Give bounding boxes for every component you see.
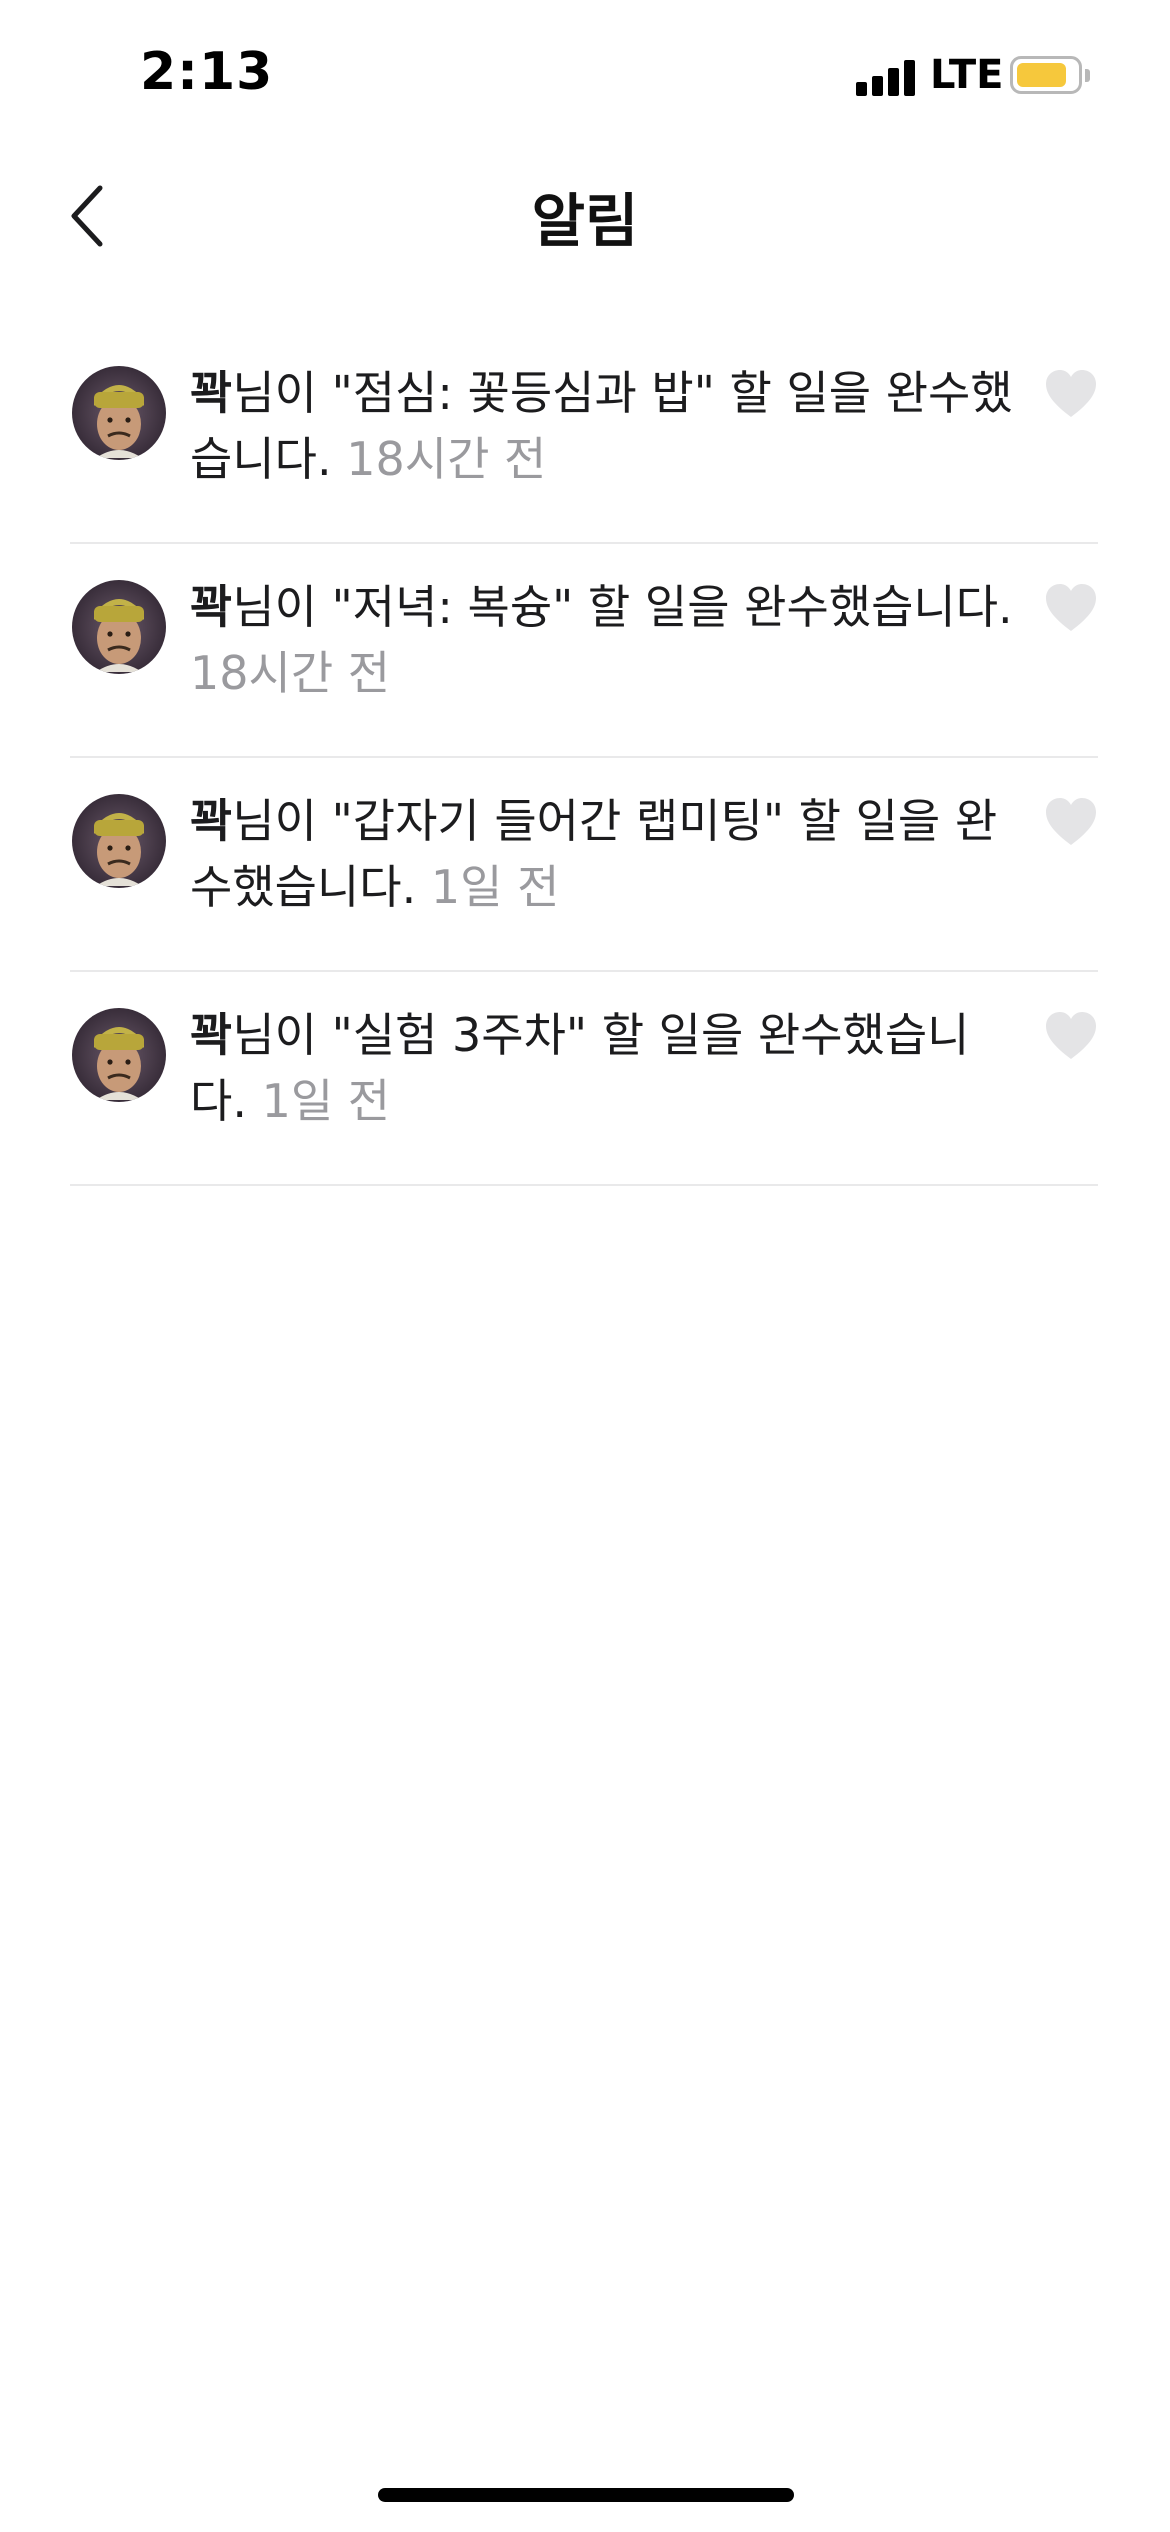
notification-item[interactable]: 꽉님이 "점심: 꽃등심과 밥" 할 일을 완수했습니다. 18시간 전 bbox=[70, 330, 1098, 544]
like-button[interactable] bbox=[1044, 368, 1098, 420]
avatar[interactable] bbox=[72, 1008, 166, 1102]
heart-icon bbox=[1046, 584, 1096, 631]
avatar-image bbox=[72, 1008, 166, 1102]
notification-text: 꽉님이 "저녁: 복슝" 할 일을 완수했습니다. 18시간 전 bbox=[190, 574, 1020, 706]
cellular-signal-icon bbox=[856, 58, 916, 96]
notification-text: 꽉님이 "갑자기 들어간 랩미팅" 할 일을 완수했습니다. 1일 전 bbox=[190, 788, 1020, 920]
page-title: 알림 bbox=[531, 187, 639, 255]
notification-user: 꽉 bbox=[190, 1008, 233, 1062]
heart-icon bbox=[1046, 370, 1096, 417]
like-button[interactable] bbox=[1044, 1010, 1098, 1062]
heart-icon bbox=[1046, 1012, 1096, 1059]
notification-user: 꽉 bbox=[190, 366, 233, 420]
notification-item[interactable]: 꽉님이 "실험 3주차" 할 일을 완수했습니다. 1일 전 bbox=[70, 972, 1098, 1186]
notification-time: 18시간 전 bbox=[190, 646, 391, 700]
notification-text: 꽉님이 "실험 3주차" 할 일을 완수했습니다. 1일 전 bbox=[190, 1002, 1020, 1134]
network-type: LTE bbox=[930, 52, 1004, 98]
notification-time: 1일 전 bbox=[261, 1074, 391, 1128]
like-button[interactable] bbox=[1044, 796, 1098, 848]
battery-cap bbox=[1085, 69, 1090, 82]
notification-item[interactable]: 꽉님이 "갑자기 들어간 랩미팅" 할 일을 완수했습니다. 1일 전 bbox=[70, 758, 1098, 972]
notification-item[interactable]: 꽉님이 "저녁: 복슝" 할 일을 완수했습니다. 18시간 전 bbox=[70, 544, 1098, 758]
notification-time: 1일 전 bbox=[430, 860, 560, 914]
notification-time: 18시간 전 bbox=[346, 432, 547, 486]
avatar[interactable] bbox=[72, 366, 166, 460]
notification-list: 꽉님이 "점심: 꽃등심과 밥" 할 일을 완수했습니다. 18시간 전 꽉님이… bbox=[70, 330, 1098, 1186]
avatar-image bbox=[72, 794, 166, 888]
notification-message: 님이 "점심: 꽃등심과 밥" 할 일을 완수했습니다. bbox=[190, 366, 1013, 486]
notification-user: 꽉 bbox=[190, 580, 233, 634]
avatar[interactable] bbox=[72, 794, 166, 888]
nav-header: 알림 bbox=[0, 150, 1170, 280]
notification-text: 꽉님이 "점심: 꽃등심과 밥" 할 일을 완수했습니다. 18시간 전 bbox=[190, 360, 1020, 492]
like-button[interactable] bbox=[1044, 582, 1098, 634]
notification-user: 꽉 bbox=[190, 794, 233, 848]
avatar-image bbox=[72, 366, 166, 460]
avatar[interactable] bbox=[72, 580, 166, 674]
heart-icon bbox=[1046, 798, 1096, 845]
status-bar: 2:13 LTE bbox=[0, 0, 1170, 150]
notification-message: 님이 "갑자기 들어간 랩미팅" 할 일을 완수했습니다. bbox=[190, 794, 998, 914]
notification-message: 님이 "저녁: 복슝" 할 일을 완수했습니다. bbox=[232, 580, 1013, 634]
home-indicator[interactable] bbox=[378, 2488, 794, 2502]
status-time: 2:13 bbox=[140, 42, 274, 102]
battery-level bbox=[1017, 63, 1066, 87]
avatar-image bbox=[72, 580, 166, 674]
battery-icon bbox=[1010, 56, 1082, 94]
